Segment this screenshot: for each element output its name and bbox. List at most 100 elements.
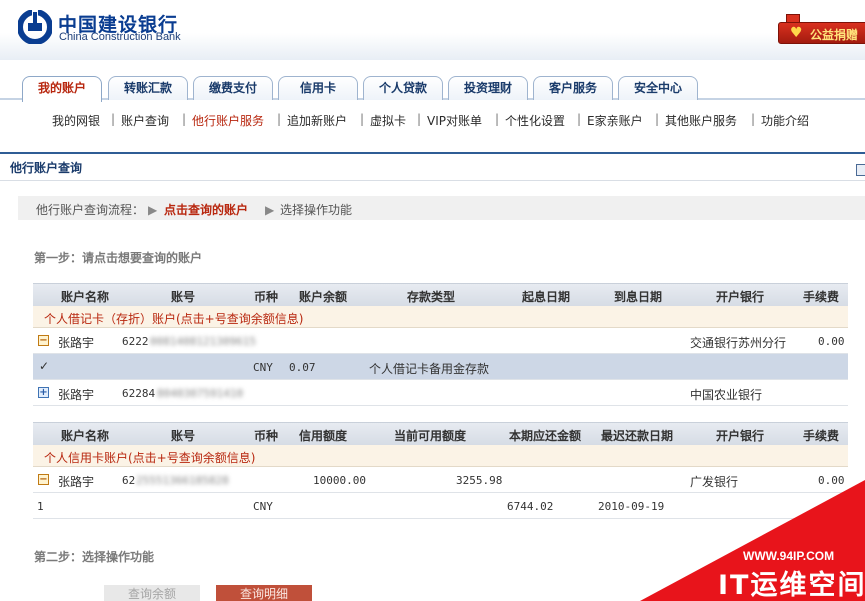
- tab-investment[interactable]: 投资理财: [448, 76, 528, 100]
- col-end-date: 到息日期: [614, 290, 663, 304]
- main-tabs: 我的账户 转账汇款 缴费支付 信用卡 个人贷款 投资理财 客户服务 安全中心: [0, 76, 865, 102]
- flow-label: 他行账户查询流程：: [36, 203, 145, 217]
- subnav-other-account-service[interactable]: 其他账户服务: [665, 112, 737, 129]
- subnav-separator: |: [751, 112, 756, 126]
- arrow-right-icon: ▶: [148, 203, 158, 217]
- balance: 0.07: [289, 361, 316, 374]
- due-amount: 6744.02: [507, 500, 554, 513]
- col-bank: 开户银行: [716, 290, 765, 304]
- flow-next-step: 选择操作功能: [280, 203, 353, 217]
- col-due-amount: 本期应还金额: [509, 429, 582, 443]
- tab-payment[interactable]: 缴费支付: [193, 76, 273, 100]
- account-number-masked: 25551366185828: [136, 474, 229, 487]
- subnav-separator: |: [182, 112, 187, 126]
- subnav-separator: |: [577, 112, 582, 126]
- table-row[interactable]: ✓ CNY 0.07 个人借记卡备用金存款: [33, 354, 848, 380]
- subnav-separator: |: [111, 112, 116, 126]
- deposit-type: 个人借记卡备用金存款: [369, 362, 490, 376]
- tab-credit-card[interactable]: 信用卡: [278, 76, 358, 100]
- subnav-add-account[interactable]: 追加新账户: [287, 112, 347, 129]
- subnav-virtual-card[interactable]: 虚拟卡: [370, 112, 406, 129]
- print-icon[interactable]: [856, 164, 865, 176]
- col-fee: 手续费: [803, 290, 840, 304]
- ccb-logo-icon: [18, 10, 52, 44]
- charity-button[interactable]: ♥ 公益捐赠: [778, 14, 865, 44]
- account-name: 张路宇: [58, 336, 95, 350]
- subnav-vip-statement[interactable]: VIP对账单: [427, 112, 482, 129]
- collapse-icon[interactable]: −: [38, 335, 49, 346]
- table-row[interactable]: − 张路宇 62 25551366185828 10000.00 3255.98…: [33, 467, 848, 493]
- bank-name: 广发银行: [690, 475, 739, 489]
- account-number-masked: 0081408121309615: [150, 335, 256, 348]
- col-due-date: 最迟还款日期: [601, 429, 674, 443]
- account-number-masked: 8040307591410: [157, 387, 244, 400]
- account-name: 张路宇: [58, 475, 95, 489]
- account-number-prefix: 62: [122, 474, 136, 487]
- currency: CNY: [253, 500, 273, 513]
- step-one-heading: 第一步：请点击想要查询的账户: [34, 251, 203, 265]
- subnav-account-query[interactable]: 账户查询: [121, 112, 169, 129]
- col-currency: 币种: [254, 290, 279, 304]
- tab-my-account[interactable]: 我的账户: [22, 76, 102, 102]
- due-date: 2010-09-19: [598, 500, 665, 513]
- bank-name-en: China Construction Bank: [59, 31, 181, 43]
- table-row[interactable]: + 张路宇 62284 8040307591410 中国农业银行: [33, 380, 848, 406]
- available-limit: 3255.98: [456, 474, 503, 487]
- credit-limit: 10000.00: [313, 474, 366, 487]
- currency: CNY: [253, 361, 273, 374]
- fee: 0.00: [818, 335, 845, 348]
- account-number-prefix: 6222: [122, 335, 149, 348]
- query-detail-button[interactable]: 查询明细: [216, 585, 312, 601]
- debit-table-header: 账户名称 账号 币种 账户余额 存款类型 起息日期 到息日期 开户银行 手续费: [33, 283, 848, 306]
- debit-category-label: 个人借记卡（存折）账户(点击+号查询余额信息): [44, 312, 304, 326]
- subnav-family-account[interactable]: E家亲账户: [587, 112, 643, 129]
- subnav-personalize[interactable]: 个性化设置: [505, 112, 565, 129]
- collapse-icon[interactable]: −: [38, 474, 49, 485]
- col-bank: 开户银行: [716, 429, 765, 443]
- watermark-brand: IT运维空间: [718, 570, 865, 601]
- col-available-limit: 当前可用额度: [394, 429, 467, 443]
- credit-category-label: 个人信用卡账户(点击+号查询余额信息): [44, 451, 256, 465]
- account-number-prefix: 62284: [122, 387, 156, 400]
- col-currency: 币种: [254, 429, 279, 443]
- site-header: 中国建设银行 China Construction Bank ♥ 公益捐赠: [0, 0, 865, 60]
- account-name: 张路宇: [58, 388, 95, 402]
- col-account-number: 账号: [171, 290, 196, 304]
- debit-category-row: 个人借记卡（存折）账户(点击+号查询余额信息): [33, 306, 848, 328]
- check-icon: ✓: [39, 359, 50, 373]
- step-two-heading: 第二步：选择操作功能: [34, 550, 155, 564]
- col-fee: 手续费: [803, 429, 840, 443]
- col-credit-limit: 信用额度: [299, 429, 348, 443]
- fee: 0.00: [818, 474, 845, 487]
- heart-icon: ♥: [790, 25, 803, 41]
- col-account-number: 账号: [171, 429, 196, 443]
- col-account-name: 账户名称: [61, 429, 110, 443]
- tab-customer-service[interactable]: 客户服务: [533, 76, 613, 100]
- tab-transfer[interactable]: 转账汇款: [108, 76, 188, 100]
- query-balance-button[interactable]: 查询余额: [104, 585, 200, 601]
- watermark-url: WWW.94IP.COM: [743, 549, 835, 563]
- tab-security-center[interactable]: 安全中心: [618, 76, 698, 100]
- subnav-separator: |: [655, 112, 660, 126]
- table-row[interactable]: − 张路宇 6222 0081408121309615 交通银行苏州分行 0.0…: [33, 328, 848, 354]
- expand-icon[interactable]: +: [38, 387, 49, 398]
- tab-personal-loan[interactable]: 个人贷款: [363, 76, 443, 100]
- col-account-name: 账户名称: [61, 290, 110, 304]
- subnav-separator: |: [495, 112, 500, 126]
- col-start-date: 起息日期: [522, 290, 571, 304]
- table-row[interactable]: 1 CNY 6744.02 2010-09-19: [33, 493, 848, 519]
- divider: [0, 180, 865, 181]
- credit-category-row: 个人信用卡账户(点击+号查询余额信息): [33, 445, 848, 467]
- credit-table-header: 账户名称 账号 币种 信用额度 当前可用额度 本期应还金额 最迟还款日期 开户银…: [33, 422, 848, 445]
- sub-nav: 我的网银 | 账户查询 | 他行账户服务 | 追加新账户 | 虚拟卡 | VIP…: [0, 110, 865, 130]
- subnav-my-ebank[interactable]: 我的网银: [52, 112, 100, 129]
- charity-label: 公益捐赠: [810, 28, 859, 42]
- subnav-other-bank-service[interactable]: 他行账户服务: [192, 112, 264, 129]
- subnav-separator: |: [417, 112, 422, 126]
- row-index: 1: [37, 500, 44, 513]
- page-title: 他行账户查询: [10, 161, 83, 175]
- subnav-separator: |: [277, 112, 282, 126]
- flow-current-step: 点击查询的账户: [164, 203, 249, 217]
- col-deposit-type: 存款类型: [407, 290, 456, 304]
- subnav-feature-intro[interactable]: 功能介绍: [761, 112, 809, 129]
